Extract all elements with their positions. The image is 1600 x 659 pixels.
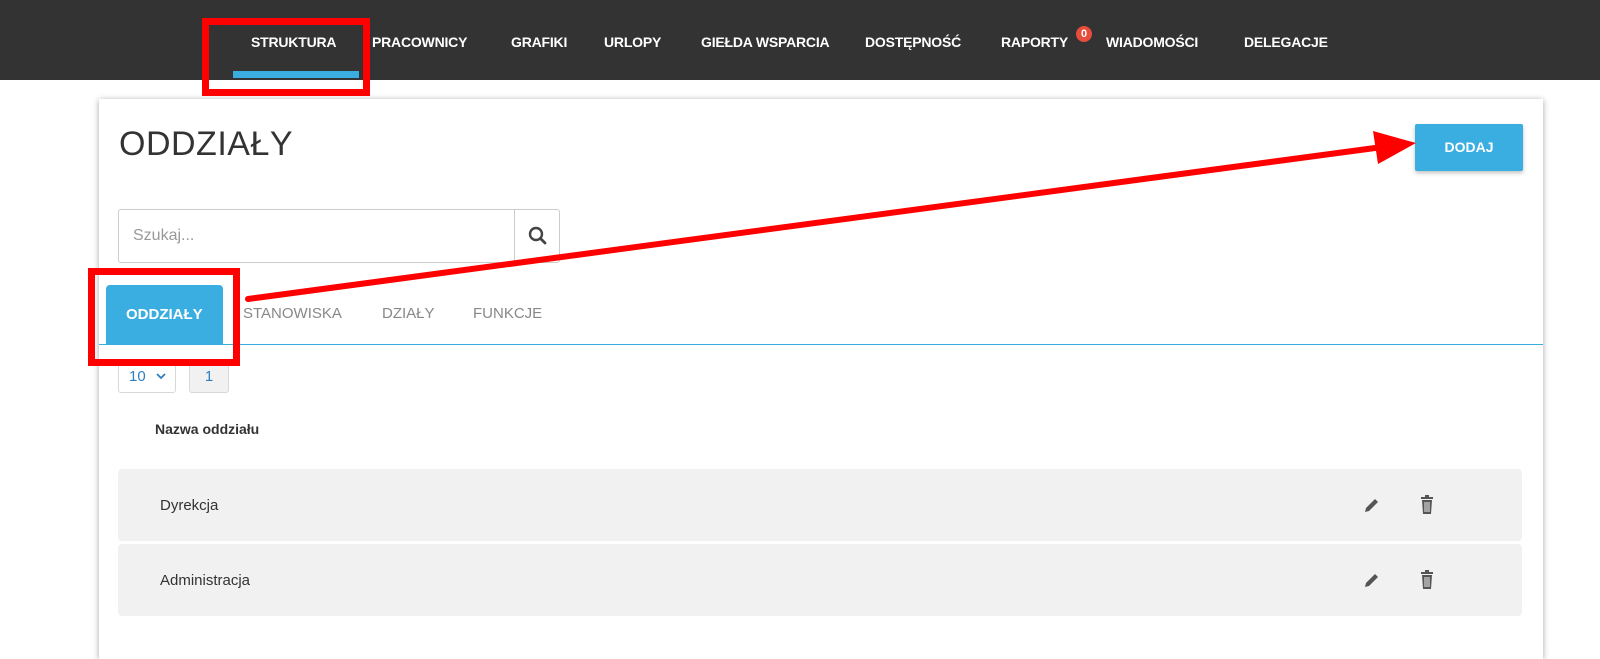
add-button[interactable]: DODAJ <box>1415 124 1523 171</box>
tabs-divider <box>99 344 1543 345</box>
nav-item-dostepnosc[interactable]: DOSTĘPNOŚĆ <box>865 0 961 80</box>
search-icon <box>528 226 547 245</box>
nav-item-wiadomosci[interactable]: WIADOMOŚCI <box>1106 0 1198 80</box>
nav-item-raporty[interactable]: RAPORTY <box>1001 0 1068 80</box>
tab-funkcje[interactable]: FUNKCJE <box>473 284 542 344</box>
raporty-count-badge: 0 <box>1076 26 1092 42</box>
pencil-icon[interactable] <box>1361 569 1383 591</box>
tab-dzialy[interactable]: DZIAŁY <box>382 284 435 344</box>
search-box <box>118 209 560 263</box>
row-name: Administracja <box>160 572 251 589</box>
page-title: ODDZIAŁY <box>119 125 294 163</box>
nav-item-pracownicy[interactable]: PRACOWNICY <box>372 0 467 80</box>
chevron-down-icon <box>155 362 167 403</box>
column-header-name: Nazwa oddziału <box>155 421 260 437</box>
trash-icon[interactable] <box>1416 569 1438 591</box>
nav-item-urlopy[interactable]: URLOPY <box>604 0 661 80</box>
search-input[interactable] <box>119 210 514 262</box>
search-button[interactable] <box>514 210 561 262</box>
nav-item-gielda-wsparcia[interactable]: GIEŁDA WSPARCIA <box>701 0 830 80</box>
pencil-icon[interactable] <box>1361 494 1383 516</box>
nav-item-delegacje[interactable]: DELEGACJE <box>1244 0 1328 80</box>
table-row: Dyrekcja <box>118 469 1522 541</box>
page-size-value: 10 <box>129 368 146 385</box>
annotation-highlight-oddzialy-tab <box>88 268 240 366</box>
table-row: Administracja <box>118 544 1522 616</box>
trash-icon[interactable] <box>1416 494 1438 516</box>
nav-item-grafiki[interactable]: GRAFIKI <box>511 0 567 80</box>
main-card: ODDZIAŁY DODAJ ODDZIAŁY STANOWISKA DZIAŁ… <box>99 99 1543 659</box>
row-name: Dyrekcja <box>160 497 219 514</box>
tab-stanowiska[interactable]: STANOWISKA <box>243 284 342 344</box>
annotation-highlight-struktura <box>202 18 370 96</box>
